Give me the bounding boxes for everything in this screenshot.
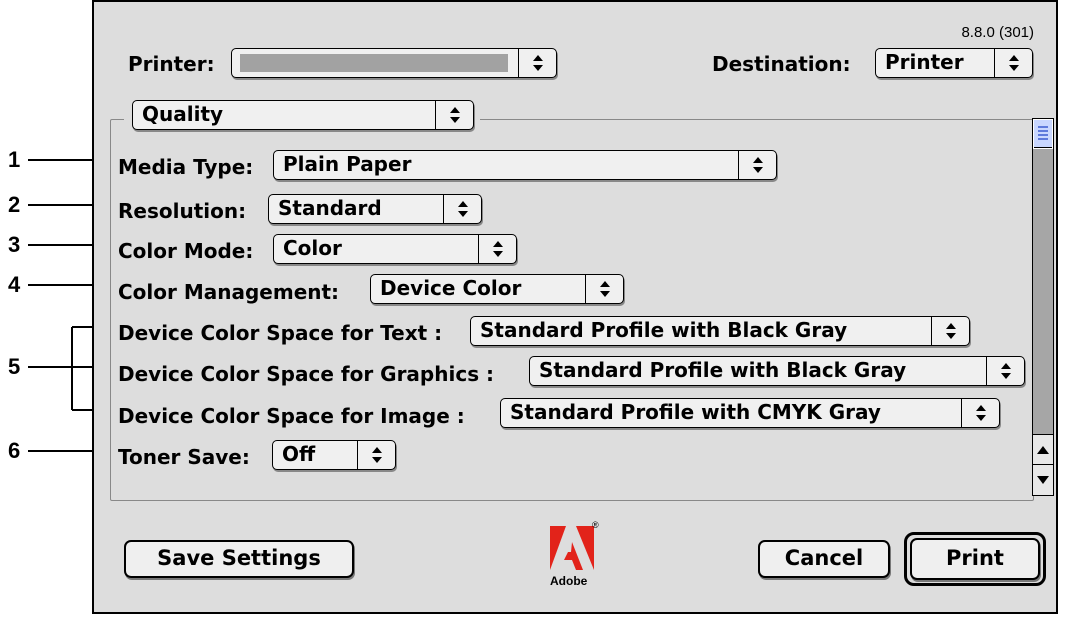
updown-arrows-icon bbox=[478, 235, 516, 263]
updown-arrows-icon bbox=[357, 441, 395, 469]
color-space-image-label: Device Color Space for Image : bbox=[118, 404, 465, 428]
adobe-logo: ® Adobe bbox=[546, 520, 606, 592]
destination-popup[interactable]: Printer bbox=[875, 48, 1033, 78]
color-space-text-label: Device Color Space for Text : bbox=[118, 321, 443, 345]
color-space-graphics-value: Standard Profile with Black Gray bbox=[539, 358, 907, 382]
printer-label: Printer: bbox=[128, 52, 215, 76]
panel-select-popup[interactable]: Quality bbox=[132, 100, 474, 130]
destination-label: Destination: bbox=[712, 52, 851, 76]
adobe-logo-text: Adobe bbox=[550, 574, 588, 588]
callout-number: 2 bbox=[8, 192, 21, 217]
destination-value: Printer bbox=[885, 50, 964, 74]
color-mode-popup[interactable]: Color bbox=[273, 234, 517, 264]
scroll-up-button[interactable] bbox=[1033, 434, 1053, 465]
arrow-up-icon bbox=[1037, 446, 1049, 454]
updown-arrows-icon bbox=[435, 101, 473, 129]
color-management-label: Color Management: bbox=[118, 280, 340, 304]
resolution-popup[interactable]: Standard bbox=[268, 194, 482, 224]
color-management-popup[interactable]: Device Color bbox=[370, 274, 624, 304]
arrow-down-icon bbox=[1037, 476, 1049, 484]
updown-arrows-icon bbox=[986, 357, 1024, 385]
print-dialog: 8.8.0 (301) Printer: Destination: Printe… bbox=[92, 0, 1058, 614]
vertical-scrollbar[interactable] bbox=[1032, 118, 1054, 496]
printer-name-field bbox=[240, 54, 508, 72]
color-mode-label: Color Mode: bbox=[118, 239, 254, 263]
color-space-graphics-label: Device Color Space for Graphics : bbox=[118, 362, 495, 386]
updown-arrows-icon bbox=[518, 49, 556, 77]
scroll-down-button[interactable] bbox=[1033, 464, 1053, 495]
resolution-label: Resolution: bbox=[118, 199, 247, 223]
color-management-value: Device Color bbox=[380, 276, 522, 300]
color-space-graphics-popup[interactable]: Standard Profile with Black Gray bbox=[529, 356, 1025, 386]
color-space-image-value: Standard Profile with CMYK Gray bbox=[510, 400, 881, 424]
version-label: 8.8.0 (301) bbox=[961, 24, 1034, 41]
updown-arrows-icon bbox=[994, 49, 1032, 77]
callout-number: 4 bbox=[8, 272, 21, 297]
panel-select-value: Quality bbox=[142, 102, 224, 126]
media-type-label: Media Type: bbox=[118, 155, 254, 179]
callout-number: 1 bbox=[8, 147, 21, 172]
registered-mark: ® bbox=[592, 520, 599, 530]
color-space-text-popup[interactable]: Standard Profile with Black Gray bbox=[470, 316, 970, 346]
print-button[interactable]: Print bbox=[910, 538, 1040, 580]
printer-popup[interactable] bbox=[231, 48, 557, 78]
updown-arrows-icon bbox=[585, 275, 623, 303]
updown-arrows-icon bbox=[931, 317, 969, 345]
color-space-image-popup[interactable]: Standard Profile with CMYK Gray bbox=[500, 398, 1000, 428]
color-space-text-value: Standard Profile with Black Gray bbox=[480, 318, 848, 342]
updown-arrows-icon bbox=[738, 151, 776, 179]
toner-save-value: Off bbox=[282, 442, 316, 466]
media-type-popup[interactable]: Plain Paper bbox=[273, 150, 777, 180]
callout-number: 5 bbox=[8, 354, 21, 379]
scroll-track[interactable] bbox=[1033, 149, 1053, 435]
resolution-value: Standard bbox=[278, 196, 382, 220]
updown-arrows-icon bbox=[443, 195, 481, 223]
cancel-button[interactable]: Cancel bbox=[758, 540, 890, 578]
adobe-logo-icon bbox=[550, 526, 594, 570]
callout-number: 6 bbox=[8, 438, 21, 463]
media-type-value: Plain Paper bbox=[283, 152, 412, 176]
grip-lines-icon bbox=[1038, 126, 1048, 140]
color-mode-value: Color bbox=[283, 236, 342, 260]
save-settings-button[interactable]: Save Settings bbox=[124, 540, 354, 578]
updown-arrows-icon bbox=[961, 399, 999, 427]
toner-save-label: Toner Save: bbox=[118, 445, 250, 469]
scroll-thumb[interactable] bbox=[1034, 120, 1052, 148]
toner-save-popup[interactable]: Off bbox=[272, 440, 396, 470]
callout-number: 3 bbox=[8, 232, 21, 257]
